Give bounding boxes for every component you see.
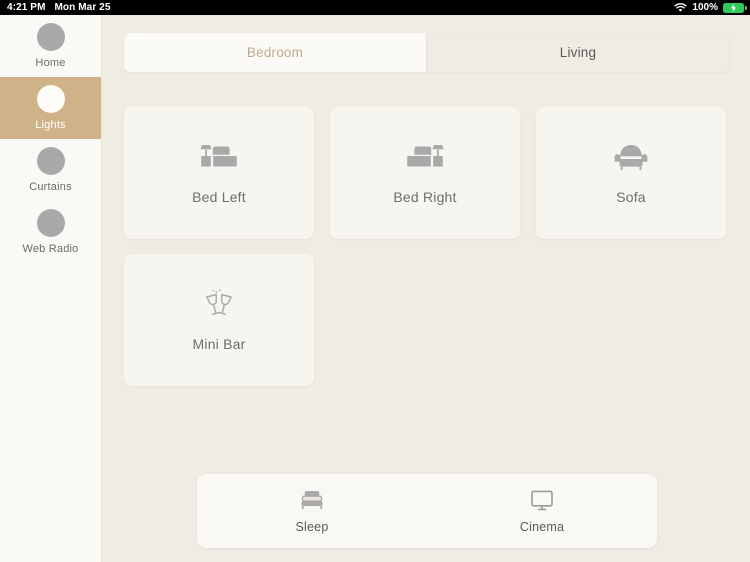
bed-icon: [299, 488, 325, 512]
sidebar-item-label: Web Radio: [22, 243, 79, 255]
mini-bar-icon: [201, 288, 237, 322]
scene-label: Sleep: [295, 520, 329, 534]
sofa-icon: [613, 141, 649, 175]
wifi-icon: [674, 2, 687, 13]
sidebar-item-lights[interactable]: Lights: [0, 77, 101, 139]
lights-circle-icon: [36, 85, 65, 113]
home-circle-icon: [36, 23, 65, 51]
web-radio-circle-icon: [36, 209, 65, 237]
curtains-circle-icon: [36, 147, 65, 175]
monitor-icon: [530, 488, 554, 512]
scene-bar: Sleep Cinema: [197, 474, 657, 548]
status-date: Mon Mar 25: [54, 2, 111, 13]
light-card-mini-bar[interactable]: Mini Bar: [124, 254, 314, 386]
tab-label: Living: [559, 45, 597, 60]
tab-bedroom[interactable]: Bedroom: [124, 33, 427, 72]
scene-cinema[interactable]: Cinema: [427, 474, 657, 548]
battery-percent-label: 100%: [692, 2, 718, 13]
scene-sleep[interactable]: Sleep: [197, 474, 427, 548]
sidebar-item-label: Curtains: [29, 181, 72, 193]
light-card-sofa[interactable]: Sofa: [536, 107, 726, 239]
battery-charging-icon: [723, 2, 747, 13]
sidebar-item-web-radio[interactable]: Web Radio: [0, 201, 101, 263]
bed-right-icon: [404, 141, 446, 175]
scene-label: Cinema: [519, 520, 565, 534]
sidebar-item-label: Home: [35, 57, 66, 69]
bed-left-icon: [198, 141, 240, 175]
app-root: 4:21 PM Mon Mar 25 100% Home Lights Curt…: [0, 0, 750, 562]
light-card-label: Bed Left: [192, 189, 246, 205]
light-card-label: Bed Right: [393, 189, 457, 205]
status-bar-right: 100%: [674, 0, 750, 15]
light-card-label: Sofa: [616, 189, 646, 205]
sidebar: Home Lights Curtains Web Radio: [0, 15, 102, 562]
status-bar: 4:21 PM Mon Mar 25 100%: [0, 0, 750, 15]
status-time: 4:21 PM: [7, 2, 46, 13]
room-tab-bar: Bedroom Living: [124, 33, 729, 72]
main-content: Bedroom Living Bed Left Bed Right Sofa M…: [103, 15, 750, 562]
sidebar-item-curtains[interactable]: Curtains: [0, 139, 101, 201]
tab-label: Bedroom: [246, 45, 304, 60]
light-card-bed-right[interactable]: Bed Right: [330, 107, 520, 239]
light-card-bed-left[interactable]: Bed Left: [124, 107, 314, 239]
status-bar-left: 4:21 PM Mon Mar 25: [0, 0, 111, 15]
tab-living[interactable]: Living: [427, 33, 729, 72]
sidebar-item-home[interactable]: Home: [0, 15, 101, 77]
light-card-grid: Bed Left Bed Right Sofa Mini Bar: [124, 107, 729, 386]
sidebar-item-label: Lights: [35, 119, 66, 131]
light-card-label: Mini Bar: [192, 336, 246, 352]
